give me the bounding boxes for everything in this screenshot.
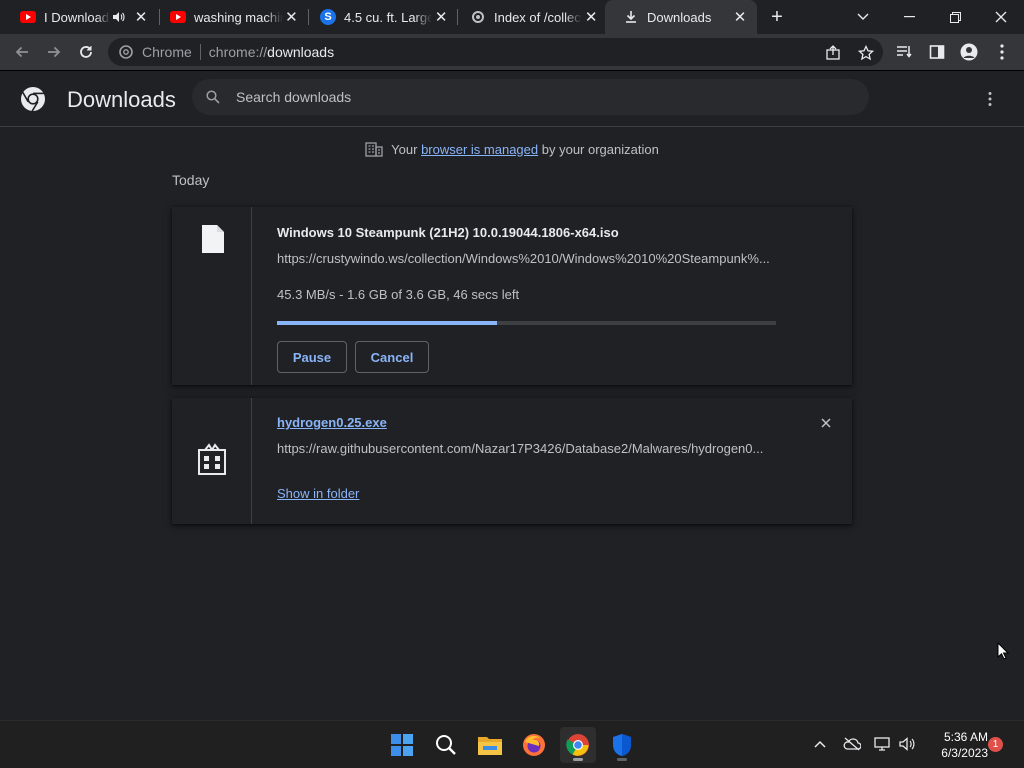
show-in-folder-link[interactable]: Show in folder bbox=[277, 486, 359, 501]
file-explorer-icon[interactable] bbox=[472, 727, 508, 763]
tab-title: Index of /collect bbox=[494, 9, 583, 25]
tab-title: washing machin bbox=[194, 9, 283, 25]
cancel-button[interactable]: Cancel bbox=[355, 341, 429, 373]
side-panel-icon[interactable] bbox=[923, 38, 951, 66]
share-icon[interactable] bbox=[823, 43, 843, 63]
download-url[interactable]: https://raw.githubusercontent.com/Nazar1… bbox=[277, 441, 775, 456]
address-bar[interactable]: Chrome chrome://downloads bbox=[108, 38, 883, 66]
gear-icon bbox=[470, 9, 486, 25]
close-tab-icon[interactable]: ✕ bbox=[731, 8, 749, 26]
date-section-heading: Today bbox=[172, 172, 210, 188]
chrome-icon bbox=[118, 44, 134, 60]
clock-time: 5:36 AM bbox=[943, 730, 988, 744]
forward-button[interactable] bbox=[40, 38, 68, 66]
progress-fill bbox=[277, 321, 497, 325]
s-badge-icon: S bbox=[320, 9, 336, 25]
search-icon bbox=[204, 88, 222, 106]
managed-notice: Your browser is managed by your organiza… bbox=[0, 140, 1024, 158]
chrome-menu-icon[interactable] bbox=[988, 38, 1016, 66]
pause-button[interactable]: Pause bbox=[277, 341, 347, 373]
restore-button[interactable] bbox=[932, 0, 978, 34]
defender-shield-icon[interactable] bbox=[604, 727, 640, 763]
chrome-logo-icon bbox=[21, 87, 45, 112]
remove-from-list-icon[interactable] bbox=[816, 413, 836, 433]
close-tab-icon[interactable]: ✕ bbox=[283, 8, 300, 26]
search-input[interactable] bbox=[236, 89, 836, 105]
download-progress-bar bbox=[277, 321, 776, 325]
managed-prefix: Your bbox=[391, 141, 418, 157]
close-tab-icon[interactable]: ✕ bbox=[432, 8, 450, 26]
tab-downloads[interactable]: Downloads ✕ bbox=[605, 0, 757, 34]
browser-toolbar: Chrome chrome://downloads bbox=[0, 34, 1024, 71]
downloads-header: Downloads bbox=[0, 71, 1024, 127]
url-scheme: chrome:// bbox=[208, 44, 268, 60]
close-tab-icon[interactable]: ✕ bbox=[132, 8, 150, 26]
onedrive-offline-icon[interactable] bbox=[841, 733, 863, 755]
network-icon[interactable] bbox=[872, 733, 894, 755]
new-tab-button[interactable]: + bbox=[765, 5, 789, 29]
tab-washing-machine[interactable]: washing machin ✕ bbox=[152, 0, 308, 34]
clock-date: 6/3/2023 bbox=[941, 746, 988, 760]
download-item: Windows 10 Steampunk (21H2) 10.0.19044.1… bbox=[172, 207, 852, 385]
tab-youtube-download[interactable]: I Download ✕ bbox=[2, 0, 158, 34]
youtube-icon bbox=[20, 9, 36, 25]
url-host: downloads bbox=[267, 44, 335, 60]
building-icon bbox=[365, 140, 383, 158]
download-icon bbox=[623, 9, 639, 25]
page-title: Downloads bbox=[67, 87, 176, 112]
close-tab-icon[interactable]: ✕ bbox=[582, 8, 600, 26]
bookmark-star-icon[interactable] bbox=[856, 43, 876, 63]
tab-index-collection[interactable]: Index of /collect ✕ bbox=[452, 0, 608, 34]
volume-icon[interactable] bbox=[896, 733, 918, 755]
download-filename: Windows 10 Steampunk (21H2) 10.0.19044.1… bbox=[277, 225, 619, 240]
file-icon bbox=[202, 225, 224, 253]
omnibox-chip: Chrome bbox=[142, 44, 192, 60]
download-status: 45.3 MB/s - 1.6 GB of 3.6 GB, 46 secs le… bbox=[277, 287, 520, 302]
firefox-icon[interactable] bbox=[516, 727, 552, 763]
back-button[interactable] bbox=[8, 38, 36, 66]
windows-taskbar: 5:36 AM 6/3/2023 1 bbox=[0, 720, 1024, 768]
reload-button[interactable] bbox=[72, 38, 100, 66]
notification-badge[interactable]: 1 bbox=[988, 737, 1003, 752]
close-window-button[interactable] bbox=[978, 0, 1024, 34]
chrome-taskbar-icon[interactable] bbox=[560, 727, 596, 763]
download-item: hydrogen0.25.exe https://raw.githubuserc… bbox=[172, 398, 852, 524]
more-actions-icon[interactable] bbox=[978, 87, 1002, 111]
profile-avatar[interactable] bbox=[955, 38, 983, 66]
tab-title: 4.5 cu. ft. Large bbox=[344, 9, 433, 25]
tab-search-icon[interactable] bbox=[840, 0, 886, 34]
search-box[interactable] bbox=[192, 79, 869, 115]
reading-list-icon[interactable] bbox=[891, 38, 919, 66]
download-filename-link[interactable]: hydrogen0.25.exe bbox=[277, 415, 387, 430]
download-url[interactable]: https://crustywindo.ws/collection/Window… bbox=[277, 251, 775, 266]
installer-icon bbox=[198, 443, 226, 475]
tab-strip: I Download ✕ washing machin ✕ S 4.5 cu. … bbox=[0, 0, 1024, 34]
tab-large-washer[interactable]: S 4.5 cu. ft. Large ✕ bbox=[302, 0, 458, 34]
show-hidden-icons-chevron-icon[interactable] bbox=[809, 733, 831, 755]
minimize-button[interactable] bbox=[886, 0, 932, 34]
tab-title: I Download bbox=[44, 9, 110, 25]
youtube-icon bbox=[170, 9, 186, 25]
taskbar-search-icon[interactable] bbox=[428, 727, 464, 763]
speaker-icon[interactable] bbox=[110, 9, 126, 25]
browser-managed-link[interactable]: browser is managed bbox=[421, 142, 538, 157]
tab-title: Downloads bbox=[647, 9, 712, 25]
system-clock[interactable]: 5:36 AM 6/3/2023 bbox=[924, 729, 988, 761]
start-button[interactable] bbox=[384, 727, 420, 763]
managed-suffix: by your organization bbox=[541, 141, 659, 157]
mouse-cursor-icon bbox=[997, 642, 1009, 660]
